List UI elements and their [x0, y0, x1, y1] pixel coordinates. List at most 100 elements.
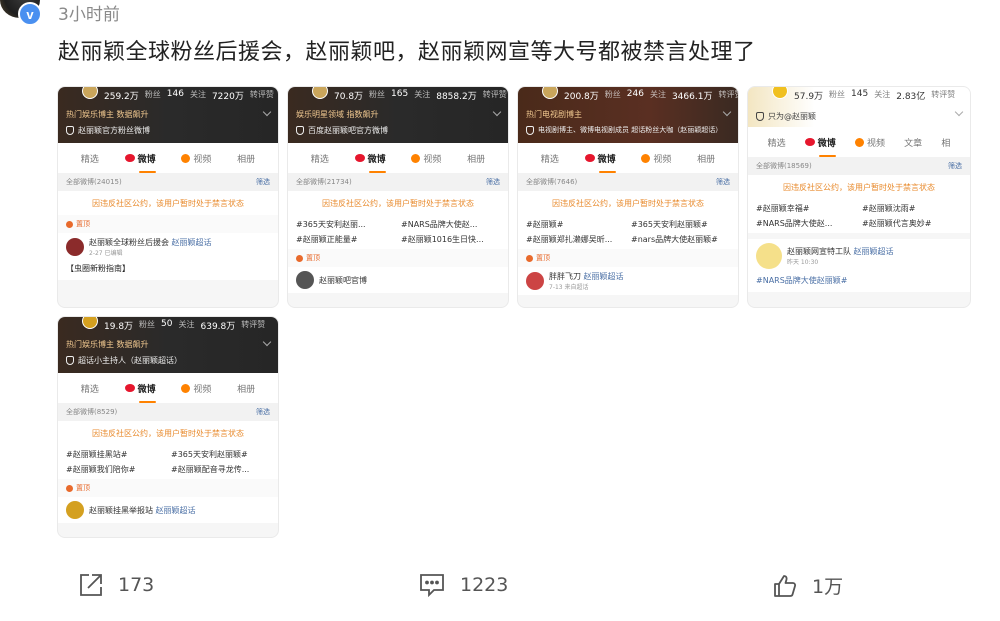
tab-video: 视频 [411, 152, 441, 165]
like-button[interactable]: 1万 [772, 572, 843, 599]
list-item: 赵丽颖全球粉丝后援会 赵丽颖超话 2-27 已编辑 [58, 233, 278, 261]
tab-album: 相册 [237, 384, 256, 395]
avatar [312, 87, 328, 99]
avatar [542, 87, 558, 99]
profile-org: 超话小主持人（赵丽颖超话） [66, 355, 182, 366]
pinned-label: 置顶 [58, 215, 278, 233]
info-icon [756, 112, 764, 121]
pinned-label: 置顶 [58, 479, 278, 497]
hashtag: #赵丽颖挂黑站# [66, 450, 128, 459]
filter-bar: 全部微博(8529) 筛选 [58, 403, 278, 421]
profile-tagline: 娱乐明星领域 指数飙升 [296, 110, 379, 119]
profile-tagline: 热门娱乐博主 数据飙升 [66, 340, 149, 349]
profile-stats: 200.8万粉丝 246关注 3466.1万转评赞 [564, 89, 738, 102]
ban-notice: 因违反社区公约，该用户暂时处于禁言状态 [58, 191, 278, 215]
shield-icon [66, 356, 74, 365]
tab-video: 视频 [641, 152, 671, 165]
profile-tabs: 精选 微博 视频 文章 相 [748, 127, 970, 157]
image-thumbnail[interactable]: 200.8万粉丝 246关注 3466.1万转评赞 热门电视剧博主 电视剧博主、… [517, 86, 739, 308]
filter-bar: 全部微博(21734) 筛选 [288, 173, 508, 191]
verified-badge-icon: v [18, 2, 42, 26]
filter-bar: 全部微博(7646) 筛选 [518, 173, 738, 191]
hashtag: #赵丽颖# [526, 220, 564, 229]
hashtag-list: #赵丽颖幸福# #赵丽颖沈雨# #NARS品牌大使赵... #赵丽颖代言奥妙# [748, 199, 970, 233]
hashtag: #赵丽颖1016生日快... [401, 235, 484, 244]
video-icon [854, 137, 864, 147]
filter-bar: 全部微博(24015) 筛选 [58, 173, 278, 191]
avatar [82, 87, 98, 99]
tab-weibo: 微博 [124, 152, 156, 173]
list-item: 胖胖飞刀 赵丽颖超话 7-13 来自超话 [518, 267, 738, 295]
video-icon [181, 153, 191, 163]
shield-icon [296, 126, 304, 135]
video-icon [641, 153, 651, 163]
profile-tagline: 热门电视剧博主 [526, 110, 582, 119]
image-thumbnail[interactable]: 70.8万 粉丝 165 关注 8858.2万 转评赞 娱乐明星领域 指数飙升 百度赵… [287, 86, 509, 308]
hashtag: #赵丽颖代言奥妙# [862, 219, 932, 228]
hashtag: #365天安利赵丽颖# [171, 450, 248, 459]
post-snippet: 【虫圈新粉指南】 [58, 261, 278, 280]
weibo-icon [124, 384, 135, 392]
list-item: 赵丽颖挂黑举报站 赵丽颖超话 [58, 497, 278, 523]
comment-button[interactable]: 1223 [418, 572, 508, 598]
ban-notice: 因违反社区公约，该用户暂时处于禁言状态 [518, 191, 738, 215]
profile-stats: 19.8万 粉丝 50 关注 639.8万 转评赞 [104, 319, 266, 332]
weibo-icon [124, 154, 135, 162]
tab-album: 相 [941, 138, 951, 149]
hashtag: #赵丽颖沈雨# [862, 204, 916, 213]
like-count: 1万 [812, 576, 844, 598]
image-thumbnail[interactable]: 57.9万 粉丝 145 关注 2.83亿 转评赞 只为@赵丽颖 精选 微博 视频 文… [747, 86, 971, 308]
image-thumbnail[interactable]: 19.8万 粉丝 50 关注 639.8万 转评赞 热门娱乐博主 数据飙升 超话小主持… [57, 316, 279, 538]
tab-video: 视频 [181, 152, 211, 165]
shield-icon [526, 125, 534, 135]
profile-org: 赵丽颖官方粉丝微博 [66, 125, 150, 136]
profile-header: 70.8万 粉丝 165 关注 8858.2万 转评赞 娱乐明星领域 指数飙升 百度赵… [288, 87, 508, 143]
pin-icon [66, 220, 73, 228]
profile-org: 电视剧博主、微博电视剧成员 超话粉丝大咖（赵丽颖超话） [526, 125, 722, 135]
share-button[interactable]: 173 [78, 572, 154, 598]
avatar [66, 501, 84, 519]
profile-stats: 70.8万 粉丝 165 关注 8858.2万 转评赞 [334, 89, 507, 102]
hashtag: #赵丽颖郑扎濑娜吴昕... [526, 235, 613, 244]
profile-tabs: 精选 微博 视频 相册 [518, 143, 738, 173]
list-item: 赵丽颖吧官博 [288, 267, 508, 293]
chevron-down-icon [262, 337, 272, 347]
pinned-label: 置顶 [288, 249, 508, 267]
hashtag: #365天安利赵丽... [296, 220, 366, 229]
avatar [756, 243, 782, 269]
weibo-icon [354, 154, 365, 162]
profile-tabs: 精选 微博 视频 相册 [58, 143, 278, 173]
ban-notice: 因违反社区公约，该用户暂时处于禁言状态 [748, 175, 970, 199]
profile-header: 259.2万 粉丝 146 关注 7220万 转评赞 热门娱乐博主 数据飙升 赵丽颖官… [58, 87, 278, 143]
chevron-down-icon [262, 107, 272, 117]
hashtag: #365天安利赵丽颖# [631, 220, 708, 229]
hashtag: #赵丽颖幸福# [756, 204, 810, 213]
ban-notice: 因违反社区公约，该用户暂时处于禁言状态 [288, 191, 508, 215]
weibo-icon [584, 154, 595, 162]
avatar [82, 317, 98, 329]
pin-icon [66, 484, 73, 492]
profile-org: 百度赵丽颖吧官方微博 [296, 125, 388, 136]
hashtag-list: #赵丽颖# #365天安利赵丽颖# #赵丽颖郑扎濑娜吴昕... #nars品牌大… [518, 215, 738, 249]
profile-header: 200.8万粉丝 246关注 3466.1万转评赞 热门电视剧博主 电视剧博主、… [518, 87, 738, 143]
share-count: 173 [118, 574, 155, 596]
pin-icon [296, 254, 303, 262]
hashtag: #赵丽颖配音寻龙传... [171, 465, 250, 474]
video-icon [411, 153, 421, 163]
tab-album: 相册 [697, 154, 716, 165]
hashtag: #NARS品牌大使赵... [401, 220, 478, 229]
list-item: 赵丽颖网宣特工队 赵丽颖超话 昨天 10:30 [748, 239, 970, 273]
profile-org: 只为@赵丽颖 [756, 111, 816, 122]
hashtag: #NARS品牌大使赵... [756, 219, 833, 228]
tab-album: 相册 [467, 154, 486, 165]
comment-icon [420, 574, 444, 598]
share-icon [80, 574, 102, 596]
weibo-icon [804, 138, 815, 146]
tab-article: 文章 [904, 138, 923, 149]
profile-tagline: 热门娱乐博主 数据飙升 [66, 110, 149, 119]
image-thumbnail[interactable]: 259.2万 粉丝 146 关注 7220万 转评赞 热门娱乐博主 数据飙升 赵丽颖官… [57, 86, 279, 308]
hashtag-list: #赵丽颖挂黑站# #365天安利赵丽颖# #赵丽颖我们陪你# #赵丽颖配音寻龙传… [58, 445, 278, 479]
video-icon [181, 383, 191, 393]
post-snippet: #NARS品牌大使赵丽颖# [748, 273, 970, 292]
avatar [772, 87, 788, 99]
